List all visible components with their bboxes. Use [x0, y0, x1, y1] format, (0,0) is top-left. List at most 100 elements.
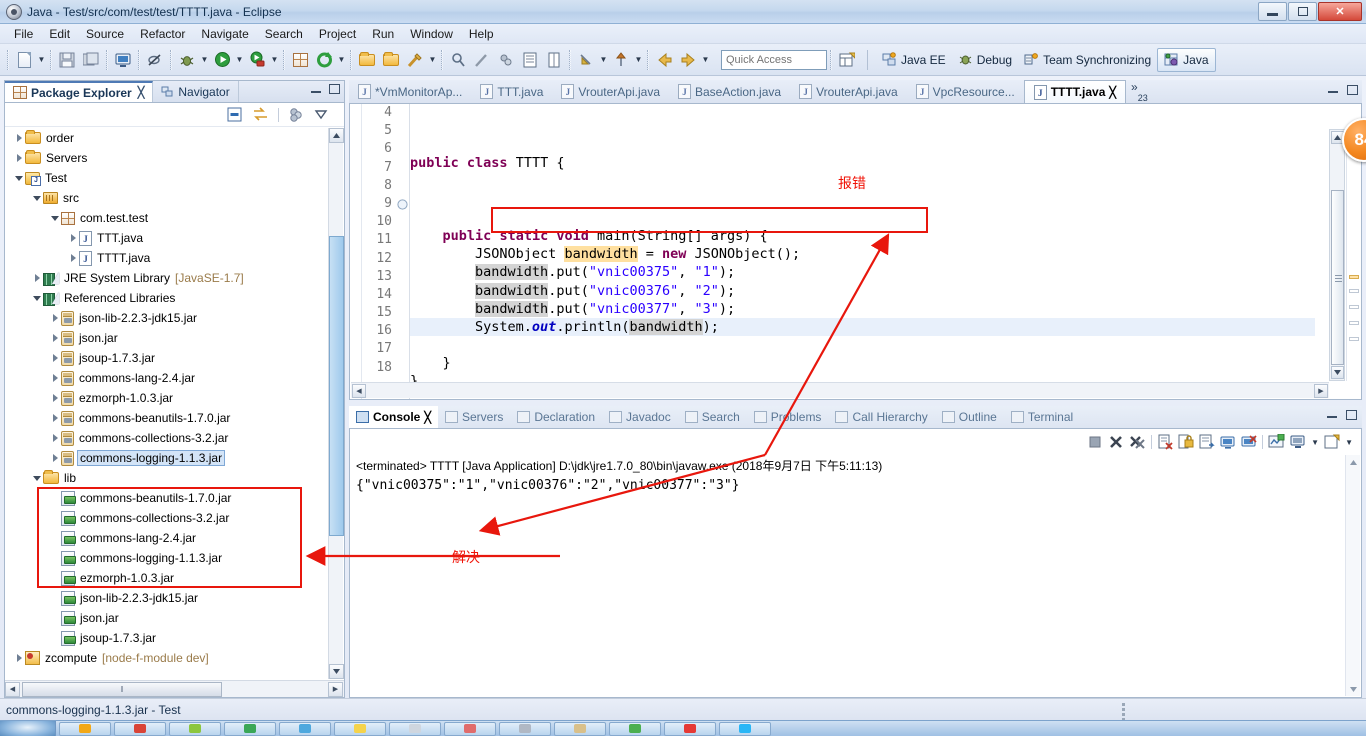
hscrollbar-thumb[interactable]: ‖ — [22, 681, 222, 697]
fold-toggle-icon[interactable] — [396, 195, 409, 213]
quick-access-input[interactable] — [721, 49, 827, 70]
open-perspective-icon[interactable] — [836, 49, 858, 71]
expand-twisty-icon[interactable] — [67, 232, 79, 244]
editor-scroll-left-icon[interactable]: ◀ — [352, 383, 366, 398]
tree-item[interactable]: commons-logging-1.1.3.jar — [5, 548, 344, 568]
tab-navigator[interactable]: Navigator — [153, 81, 239, 102]
tree-item[interactable]: JRE System Library [JavaSE-1.7] — [5, 268, 344, 288]
collapse-twisty-icon[interactable] — [31, 472, 43, 484]
previous-annotation-dropdown-icon[interactable]: ▼ — [633, 49, 644, 71]
maximize-console-icon[interactable] — [1346, 410, 1357, 420]
tree-item[interactable]: json-lib-2.2.3-jdk15.jar — [5, 308, 344, 328]
editor-tab-overflow[interactable]: » 23 — [1126, 80, 1153, 103]
console-tab[interactable]: Terminal — [1004, 410, 1080, 424]
column-icon[interactable] — [543, 49, 565, 71]
taskbar-item[interactable] — [499, 721, 551, 736]
perspective-java[interactable]: Java — [1157, 47, 1216, 72]
run-external-tools-icon[interactable] — [246, 49, 268, 71]
tree-item[interactable]: J TTTT.java — [5, 248, 344, 268]
tree-item[interactable]: commons-lang-2.4.jar — [5, 368, 344, 388]
refresh-icon[interactable] — [313, 49, 335, 71]
open-console-icon[interactable] — [1324, 434, 1340, 450]
code-line[interactable] — [410, 336, 1315, 354]
menu-file[interactable]: File — [6, 25, 41, 43]
save-icon[interactable] — [56, 49, 78, 71]
maximize-button[interactable] — [1288, 2, 1317, 21]
editor-scroll-right-icon[interactable]: ▶ — [1314, 383, 1328, 398]
tree-item[interactable]: Test — [5, 168, 344, 188]
expand-twisty-icon[interactable] — [49, 372, 61, 384]
taskbar-item[interactable] — [334, 721, 386, 736]
tree-item[interactable]: ezmorph-1.0.3.jar — [5, 388, 344, 408]
tree-item[interactable]: commons-logging-1.1.3.jar — [5, 448, 344, 468]
show-console-on-error-icon[interactable] — [1241, 434, 1257, 450]
close-icon[interactable]: ╳ — [1109, 86, 1116, 99]
console-tab[interactable]: Servers — [438, 410, 510, 424]
tree-item[interactable]: commons-collections-3.2.jar — [5, 428, 344, 448]
menu-navigate[interactable]: Navigate — [193, 25, 256, 43]
tree-item[interactable]: Servers — [5, 148, 344, 168]
expand-twisty-icon[interactable] — [49, 392, 61, 404]
code-line[interactable] — [410, 209, 1315, 227]
code-line[interactable] — [410, 191, 1315, 209]
expand-twisty-icon[interactable] — [49, 332, 61, 344]
collapse-twisty-icon[interactable] — [31, 192, 43, 204]
debug-dropdown-icon[interactable]: ▼ — [199, 49, 210, 71]
editor-tab[interactable]: J VrouterApi.java — [552, 80, 669, 103]
menu-window[interactable]: Window — [402, 25, 461, 43]
menu-edit[interactable]: Edit — [41, 25, 78, 43]
tree-item[interactable]: J TTT.java — [5, 228, 344, 248]
open-type-icon[interactable] — [356, 49, 378, 71]
collapse-twisty-icon[interactable] — [49, 212, 61, 224]
expand-twisty-icon[interactable] — [67, 252, 79, 264]
minimize-view-icon[interactable] — [311, 85, 321, 93]
perspective-team-synchronizing[interactable]: Team Synchronizing — [1018, 48, 1157, 72]
code-line[interactable]: public class TTTT { — [410, 154, 1315, 172]
close-icon[interactable]: ╳ — [424, 411, 431, 424]
code-line[interactable]: bandwidth.put("vnic00375", "1"); — [410, 263, 1315, 281]
console-tab[interactable]: Declaration — [510, 410, 602, 424]
console-tab[interactable]: Javadoc — [602, 410, 678, 424]
external-tools-dropdown-icon[interactable]: ▼ — [269, 49, 280, 71]
save-all-icon[interactable] — [80, 49, 102, 71]
editor-horizontal-scrollbar[interactable]: ◀ ▶ — [351, 382, 1329, 398]
show-console-on-output-icon[interactable] — [1220, 434, 1236, 450]
package-explorer-vertical-scrollbar[interactable] — [328, 128, 344, 679]
tree-item[interactable]: commons-collections-3.2.jar — [5, 508, 344, 528]
search-icon[interactable] — [447, 49, 469, 71]
tree-item[interactable]: json.jar — [5, 328, 344, 348]
code-line[interactable] — [410, 136, 1315, 154]
tree-item[interactable]: jsoup-1.7.3.jar — [5, 348, 344, 368]
word-wrap-icon[interactable] — [1199, 434, 1215, 450]
editor-tab[interactable]: J *VmMonitorAp... — [349, 80, 471, 103]
folding-column[interactable] — [396, 104, 410, 399]
tree-item[interactable]: Referenced Libraries — [5, 288, 344, 308]
package-explorer-horizontal-scrollbar[interactable]: ◀ ‖ ▶ — [5, 680, 344, 697]
expand-twisty-icon[interactable] — [13, 132, 25, 144]
tab-package-explorer[interactable]: Package Explorer ╳ — [5, 81, 154, 102]
outline-icon[interactable] — [519, 49, 541, 71]
debug-icon[interactable] — [176, 49, 198, 71]
code-line[interactable]: public static void main(String[] args) { — [410, 227, 1315, 245]
taskbar-item[interactable] — [554, 721, 606, 736]
expand-twisty-icon[interactable] — [49, 312, 61, 324]
overview-marker[interactable] — [1349, 337, 1359, 341]
previous-annotation-icon[interactable] — [610, 49, 632, 71]
print-icon[interactable] — [112, 49, 134, 71]
taskbar-item[interactable] — [444, 721, 496, 736]
code-line[interactable]: bandwidth.put("vnic00376", "2"); — [410, 282, 1315, 300]
maximize-editor-icon[interactable] — [1347, 85, 1358, 95]
display-selected-console-icon[interactable] — [1290, 434, 1306, 450]
view-filters-icon[interactable] — [288, 107, 305, 122]
new-file-icon[interactable] — [13, 49, 35, 71]
taskbar-item[interactable] — [169, 721, 221, 736]
taskbar-item[interactable] — [719, 721, 771, 736]
console-tab[interactable]: Problems — [747, 410, 829, 424]
minimize-console-icon[interactable] — [1327, 410, 1337, 418]
console-tab[interactable]: Call Hierarchy — [828, 410, 934, 424]
menu-refactor[interactable]: Refactor — [132, 25, 193, 43]
overview-ruler[interactable] — [1346, 129, 1360, 381]
scroll-down-icon[interactable] — [329, 664, 344, 679]
expand-twisty-icon[interactable] — [13, 152, 25, 164]
tree-item[interactable]: commons-beanutils-1.7.0.jar — [5, 408, 344, 428]
